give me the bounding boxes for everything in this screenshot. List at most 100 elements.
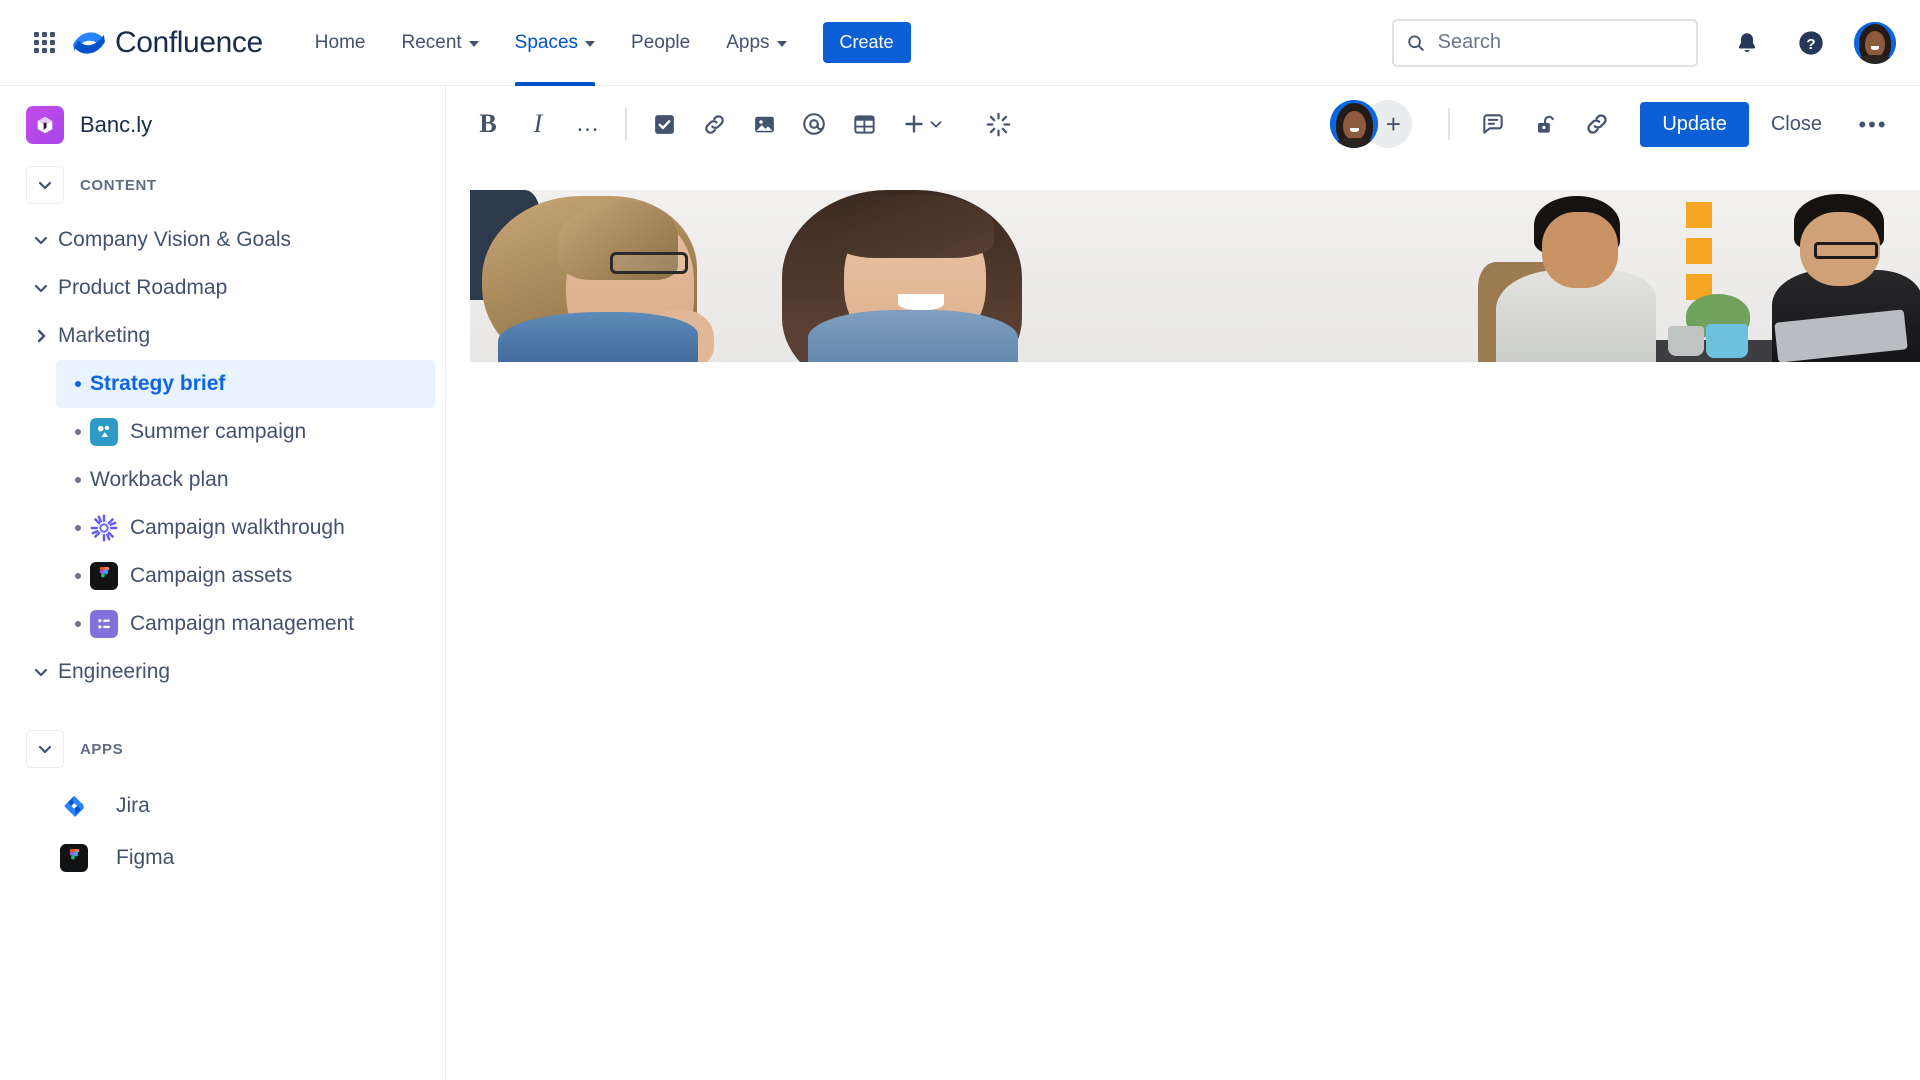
- close-button[interactable]: Close: [1755, 102, 1838, 147]
- question-circle-icon: ?: [1797, 29, 1825, 57]
- tree-item-product-roadmap[interactable]: Product Roadmap: [14, 264, 435, 312]
- sidebar-app-label: Jira: [116, 794, 150, 818]
- tree-item-marketing[interactable]: Marketing: [14, 312, 435, 360]
- search-box[interactable]: [1392, 19, 1698, 67]
- tree-item-campaign-management[interactable]: Campaign management: [56, 600, 435, 648]
- figma-icon: [60, 844, 88, 872]
- tree-label: Campaign walkthrough: [130, 516, 345, 540]
- confluence-logo-icon: [72, 26, 106, 60]
- nav-item-apps[interactable]: Apps: [708, 0, 804, 86]
- bancly-space-logo: [26, 106, 64, 144]
- tree-item-strategy-brief[interactable]: Strategy brief: [56, 360, 435, 408]
- top-right-icons: ?: [1726, 22, 1896, 64]
- bell-icon: [1734, 30, 1760, 56]
- jira-icon: [60, 792, 88, 820]
- chevron-down-icon: [585, 41, 595, 47]
- sparkle-icon: [985, 111, 1012, 138]
- confluence-home-link[interactable]: Confluence: [72, 26, 263, 60]
- search-icon: [1406, 32, 1426, 54]
- profile-avatar[interactable]: [1854, 22, 1896, 64]
- nav-label-recent: Recent: [401, 32, 461, 54]
- editor-actions: +: [1330, 100, 1896, 148]
- italic-button[interactable]: I: [515, 101, 561, 147]
- insert-more-button[interactable]: [891, 101, 953, 147]
- mention-button[interactable]: [791, 101, 837, 147]
- nav-label-apps: Apps: [726, 32, 769, 54]
- bullet-icon: [66, 573, 90, 579]
- sidebar-app-jira[interactable]: Jira: [56, 780, 435, 832]
- tree-item-campaign-assets[interactable]: Campaign assets: [56, 552, 435, 600]
- comment-button[interactable]: [1470, 101, 1516, 147]
- editor-main: B I …: [447, 86, 1920, 1080]
- nav-label-home: Home: [315, 32, 366, 54]
- tree-item-workback-plan[interactable]: Workback plan: [56, 456, 435, 504]
- notifications-button[interactable]: [1726, 22, 1768, 64]
- chevron-down-icon[interactable]: [24, 280, 58, 296]
- collaborators: +: [1330, 100, 1412, 148]
- create-button[interactable]: Create: [823, 22, 911, 63]
- cover-person-left: [470, 190, 720, 362]
- editor-more-menu-button[interactable]: •••: [1850, 101, 1896, 147]
- space-name: Banc.ly: [80, 112, 152, 138]
- space-sidebar: Banc.ly CONTENT Company Vision & Goals P…: [0, 86, 446, 1080]
- grid-apps-icon: [34, 32, 55, 53]
- bullet-icon: [66, 621, 90, 627]
- insert-image-button[interactable]: [741, 101, 787, 147]
- chevron-right-icon[interactable]: [24, 328, 58, 344]
- toolbar-divider: [625, 108, 627, 140]
- tree-item-company-vision-goals[interactable]: Company Vision & Goals: [14, 216, 435, 264]
- section-label-content: CONTENT: [80, 177, 157, 194]
- bold-button[interactable]: B: [465, 101, 511, 147]
- update-button[interactable]: Update: [1640, 102, 1749, 147]
- search-input[interactable]: [1436, 30, 1684, 55]
- chevron-down-icon[interactable]: [24, 232, 58, 248]
- section-header-apps[interactable]: APPS: [0, 718, 445, 780]
- collapse-content-button[interactable]: [26, 166, 64, 204]
- sidebar-app-label: Figma: [116, 846, 174, 870]
- task-checkbox-button[interactable]: [641, 101, 687, 147]
- collaborator-avatar[interactable]: [1330, 100, 1378, 148]
- section-label-apps: APPS: [80, 741, 123, 758]
- help-button[interactable]: ?: [1790, 22, 1832, 64]
- toolbar-divider: [1448, 108, 1450, 140]
- app-switcher-button[interactable]: [24, 23, 64, 63]
- section-header-content[interactable]: CONTENT: [0, 154, 445, 216]
- checkbox-checked-icon: [652, 112, 677, 137]
- content-tree: Company Vision & Goals Product Roadmap M…: [0, 216, 445, 696]
- chevron-down-icon: [929, 117, 943, 131]
- user-avatar: [1330, 100, 1378, 148]
- bullet-icon: [66, 525, 90, 531]
- more-formatting-button[interactable]: …: [565, 101, 611, 147]
- bullet-icon: [66, 429, 90, 435]
- nav-item-recent[interactable]: Recent: [383, 0, 496, 86]
- tree-label: Product Roadmap: [58, 276, 227, 300]
- tree-label: Strategy brief: [90, 372, 225, 396]
- sidebar-app-figma[interactable]: Figma: [56, 832, 435, 884]
- tree-item-campaign-walkthrough[interactable]: Campaign walkthrough: [56, 504, 435, 552]
- cover-plant-pot: [1668, 326, 1704, 356]
- cover-sticky-note: [1686, 202, 1712, 228]
- svg-text:?: ?: [1806, 35, 1815, 52]
- insert-table-button[interactable]: [841, 101, 887, 147]
- unlock-icon: [1532, 111, 1558, 137]
- nav-item-home[interactable]: Home: [297, 0, 384, 86]
- ai-sparkle-button[interactable]: [975, 101, 1021, 147]
- insert-link-button[interactable]: [691, 101, 737, 147]
- restrictions-button[interactable]: [1522, 101, 1568, 147]
- copy-link-button[interactable]: [1574, 101, 1620, 147]
- link-icon: [702, 112, 727, 137]
- tree-label: Campaign assets: [130, 564, 292, 588]
- nav-item-people[interactable]: People: [613, 0, 708, 86]
- tree-label: Engineering: [58, 660, 170, 684]
- ellipsis-icon: …: [576, 119, 601, 129]
- space-header[interactable]: Banc.ly: [0, 96, 445, 154]
- collapse-apps-button[interactable]: [26, 730, 64, 768]
- tree-item-engineering[interactable]: Engineering: [14, 648, 435, 696]
- bullet-icon: [66, 477, 90, 483]
- nav-item-spaces[interactable]: Spaces: [497, 0, 613, 86]
- cover-plant-pot: [1706, 324, 1748, 358]
- page-cover-image[interactable]: [470, 190, 1920, 362]
- chevron-down-icon[interactable]: [24, 664, 58, 680]
- tree-item-summer-campaign[interactable]: Summer campaign: [56, 408, 435, 456]
- nav-label-people: People: [631, 32, 690, 54]
